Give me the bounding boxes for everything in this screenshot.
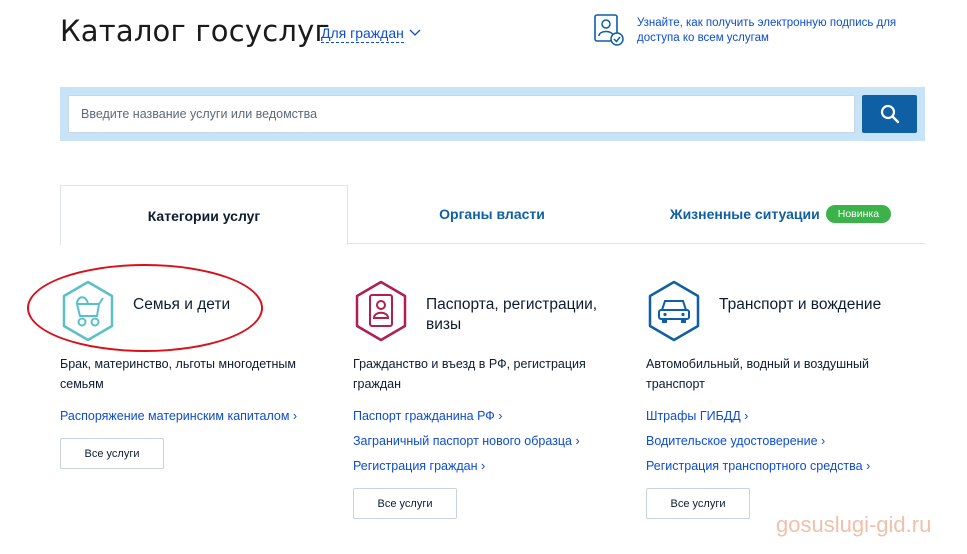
tab-label: Жизненные ситуации [669,206,820,222]
category-links: Распоряжение материнским капиталом › [60,404,297,429]
electronic-signature-icon [594,14,624,46]
category-title[interactable]: Транспорт и вождение [719,295,909,315]
audience-dropdown[interactable]: Для граждан [321,25,404,43]
tab-categories[interactable]: Категории услуг [60,185,348,245]
new-badge: Новинка [825,205,892,223]
service-link[interactable]: Паспорт гражданина РФ › [353,404,580,429]
category-links: Паспорт гражданина РФ › Заграничный пасп… [353,404,580,479]
esig-info-link[interactable]: Узнайте, как получить электронную подпис… [637,16,907,46]
category-description: Брак, материнство, льготы многодетным се… [60,357,296,391]
service-link[interactable]: Регистрация транспортного средства › [646,454,870,479]
tab-life-situations[interactable]: Жизненные ситуации Новинка [636,185,925,243]
tab-authorities[interactable]: Органы власти [348,185,636,243]
search-button[interactable] [862,95,917,133]
tab-label: Органы власти [439,206,545,222]
passport-icon[interactable] [353,280,409,342]
all-services-button[interactable]: Все услуги [353,488,457,519]
search-icon [880,104,899,124]
service-link[interactable]: Заграничный паспорт нового образца › [353,429,580,454]
car-icon[interactable] [646,280,702,342]
service-link[interactable]: Штрафы ГИБДД › [646,404,870,429]
service-link[interactable]: Регистрация граждан › [353,454,580,479]
category-links: Штрафы ГИБДД › Водительское удостоверени… [646,404,870,479]
all-services-button[interactable]: Все услуги [646,488,750,519]
all-services-button[interactable]: Все услуги [60,438,164,469]
category-title[interactable]: Семья и дети [133,295,323,315]
tabs-divider [347,243,925,244]
category-description: Гражданство и въезд в РФ, регистрация гр… [353,357,586,391]
chevron-down-icon[interactable] [408,26,422,40]
search-input[interactable] [68,95,855,133]
watermark: gosuslugi-gid.ru [776,512,932,537]
category-title[interactable]: Паспорта, регистрации, визы [426,295,616,335]
page-title: Каталог госуслуг [60,14,330,48]
service-link[interactable]: Распоряжение материнским капиталом › [60,404,297,429]
service-link[interactable]: Водительское удостоверение › [646,429,870,454]
baby-carriage-icon[interactable] [60,280,116,342]
tab-label: Категории услуг [147,207,261,224]
category-description: Автомобильный, водный и воздушный трансп… [646,357,870,391]
